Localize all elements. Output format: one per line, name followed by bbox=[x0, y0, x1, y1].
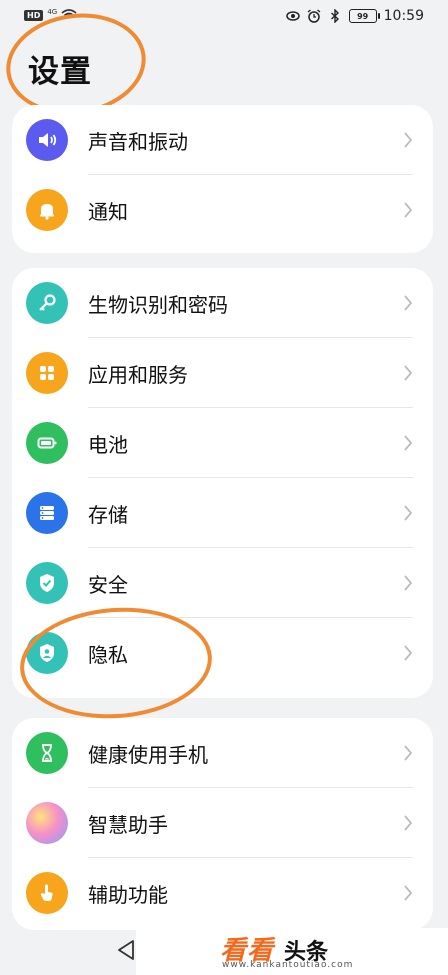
settings-item-biometrics[interactable]: 生物识别和密码 bbox=[12, 268, 433, 338]
settings-item-apps[interactable]: 应用和服务 bbox=[12, 338, 433, 408]
assistant-orb-icon bbox=[26, 802, 68, 844]
settings-group-system: 生物识别和密码 应用和服务 电池 存储 安全 隐私 bbox=[12, 268, 433, 698]
watermark: 看看 头条 www.kankantoutiao.com bbox=[136, 928, 448, 975]
hourglass-icon bbox=[26, 732, 68, 774]
hd-badge: HD bbox=[24, 9, 44, 21]
speaker-icon bbox=[26, 119, 68, 161]
back-icon[interactable] bbox=[116, 939, 136, 961]
chevron-right-icon bbox=[404, 435, 413, 451]
settings-group-wellbeing: 健康使用手机 智慧助手 辅助功能 bbox=[12, 718, 433, 930]
bell-icon bbox=[26, 189, 68, 231]
chevron-right-icon bbox=[404, 505, 413, 521]
chevron-right-icon bbox=[404, 132, 413, 148]
chevron-right-icon bbox=[404, 645, 413, 661]
battery-indicator: 99 bbox=[348, 9, 380, 23]
storage-icon bbox=[26, 492, 68, 534]
chevron-right-icon bbox=[404, 575, 413, 591]
settings-item-label: 存储 bbox=[88, 502, 128, 527]
settings-item-battery[interactable]: 电池 bbox=[12, 408, 433, 478]
chevron-right-icon bbox=[404, 202, 413, 218]
chevron-right-icon bbox=[404, 745, 413, 761]
apps-icon bbox=[26, 352, 68, 394]
page-title: 设置 bbox=[28, 54, 92, 90]
settings-group-sound-notify: 声音和振动 通知 bbox=[12, 105, 433, 253]
settings-item-label: 通知 bbox=[88, 199, 128, 224]
settings-item-security[interactable]: 安全 bbox=[12, 548, 433, 618]
signal-type: 4G bbox=[47, 8, 58, 16]
status-right: 99 10:59 bbox=[285, 8, 424, 24]
status-left: HD 4G bbox=[24, 8, 77, 21]
settings-item-label: 安全 bbox=[88, 572, 128, 597]
settings-item-digital-balance[interactable]: 健康使用手机 bbox=[12, 718, 433, 788]
watermark-url: www.kankantoutiao.com bbox=[222, 960, 354, 970]
shield-check-icon bbox=[26, 562, 68, 604]
settings-item-notification[interactable]: 通知 bbox=[12, 175, 433, 245]
settings-item-sound[interactable]: 声音和振动 bbox=[12, 105, 433, 175]
alarm-icon bbox=[307, 9, 321, 23]
privacy-shield-icon bbox=[26, 632, 68, 674]
settings-item-privacy[interactable]: 隐私 bbox=[12, 618, 433, 688]
bluetooth-icon bbox=[330, 9, 339, 23]
chevron-right-icon bbox=[404, 295, 413, 311]
settings-item-label: 智慧助手 bbox=[88, 812, 168, 837]
settings-item-label: 应用和服务 bbox=[88, 362, 188, 387]
eye-icon bbox=[285, 11, 300, 21]
settings-item-label: 健康使用手机 bbox=[88, 742, 208, 767]
key-icon bbox=[26, 282, 68, 324]
battery-level: 99 bbox=[357, 11, 369, 21]
settings-item-label: 辅助功能 bbox=[88, 882, 168, 907]
settings-item-accessibility[interactable]: 辅助功能 bbox=[12, 858, 433, 928]
clock: 10:59 bbox=[383, 8, 424, 24]
hand-icon bbox=[26, 872, 68, 914]
settings-item-storage[interactable]: 存储 bbox=[12, 478, 433, 548]
chevron-right-icon bbox=[404, 365, 413, 381]
settings-item-label: 隐私 bbox=[88, 642, 128, 667]
chevron-right-icon bbox=[404, 885, 413, 901]
wifi-icon bbox=[61, 9, 77, 19]
settings-item-label: 声音和振动 bbox=[88, 129, 188, 154]
chevron-right-icon bbox=[404, 815, 413, 831]
settings-item-assistant[interactable]: 智慧助手 bbox=[12, 788, 433, 858]
battery-icon bbox=[26, 422, 68, 464]
settings-item-label: 生物识别和密码 bbox=[88, 292, 228, 317]
status-bar: HD 4G 99 10:59 bbox=[0, 0, 448, 34]
settings-item-label: 电池 bbox=[88, 432, 128, 457]
